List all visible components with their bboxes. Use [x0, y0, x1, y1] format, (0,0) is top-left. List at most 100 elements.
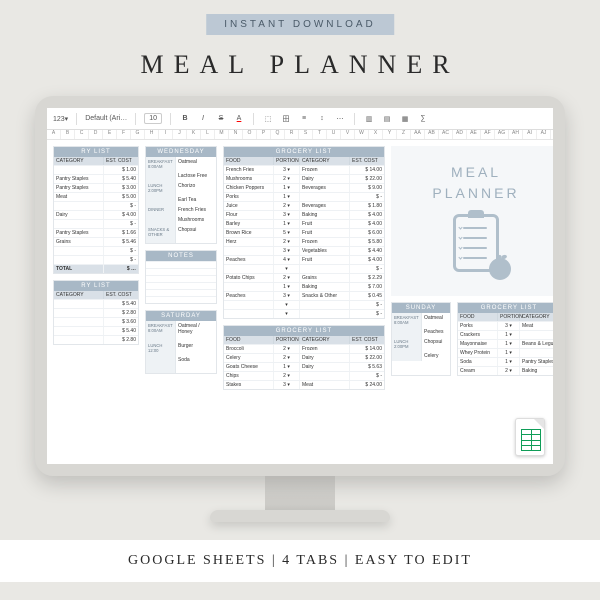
grocery-row[interactable]: $ -	[54, 246, 138, 255]
col-AI[interactable]: AI	[523, 130, 537, 139]
meal-row[interactable]: BREAKFAST 8:00AMOatmeal	[392, 313, 450, 327]
grocery-row[interactable]: $ 1.00	[54, 165, 138, 174]
text-color-icon[interactable]: A	[233, 112, 245, 126]
col-K[interactable]: K	[187, 130, 201, 139]
note-line[interactable]	[146, 261, 216, 268]
col-AE[interactable]: AE	[467, 130, 481, 139]
grocery-row[interactable]: Whey Protein1 ▾	[458, 348, 553, 357]
col-M[interactable]: M	[215, 130, 229, 139]
grocery-row[interactable]: Soda1 ▾Pantry Staples	[458, 357, 553, 366]
col-AG[interactable]: AG	[495, 130, 509, 139]
insert-icon[interactable]: ▥	[363, 112, 375, 126]
col-I[interactable]: I	[159, 130, 173, 139]
grocery-row[interactable]: Crackers1 ▾	[458, 330, 553, 339]
meal-row[interactable]	[146, 369, 216, 373]
grocery-row[interactable]: $ 2.80	[54, 308, 138, 317]
grocery-row[interactable]: $ 5.40	[54, 299, 138, 308]
grocery-row[interactable]: Meat$ 5.00	[54, 192, 138, 201]
grocery-row[interactable]: $ -	[54, 219, 138, 228]
col-T[interactable]: T	[313, 130, 327, 139]
grocery-row[interactable]: Brown Rice5 ▾Fruit$ 6.00	[224, 228, 384, 237]
grocery-row[interactable]: Chicken Poppers1 ▾Beverages$ 9.00	[224, 183, 384, 192]
grocery-row[interactable]: French Fries3 ▾Frozen$ 14.00	[224, 165, 384, 174]
grocery-row[interactable]: Pantry Staples$ 3.00	[54, 183, 138, 192]
note-line[interactable]	[146, 275, 216, 282]
meal-row[interactable]: LUNCH 2:00PMChorizo	[146, 181, 216, 195]
meal-row[interactable]: Celery	[392, 351, 450, 361]
grocery-row[interactable]: Peaches4 ▾Fruit$ 4.00	[224, 255, 384, 264]
meal-row[interactable]: Soda	[146, 355, 216, 365]
col-AH[interactable]: AH	[509, 130, 523, 139]
grocery-row[interactable]: Potato Chips2 ▾Grains$ 2.29	[224, 273, 384, 282]
font-size-input[interactable]: 10	[144, 113, 162, 124]
grocery-row[interactable]: $ -	[54, 201, 138, 210]
grocery-row[interactable]: 3 ▾Vegetables$ 4.40	[224, 246, 384, 255]
more-icon[interactable]: ⋯	[334, 112, 346, 126]
col-D[interactable]: D	[89, 130, 103, 139]
grocery-row[interactable]: Grains$ 5.46	[54, 237, 138, 246]
meal-row[interactable]: Earl Tea	[146, 195, 216, 205]
fill-icon[interactable]: ⬚	[262, 112, 274, 126]
grocery-row[interactable]: Porks1 ▾$ -	[224, 192, 384, 201]
col-AA[interactable]: AA	[411, 130, 425, 139]
valign-icon[interactable]: ↕	[316, 112, 328, 126]
borders-icon[interactable]: 田	[280, 112, 292, 126]
font-selector[interactable]: Default (Ari…	[85, 112, 127, 126]
grocery-row[interactable]: Chips2 ▾$ -	[224, 371, 384, 380]
col-AB[interactable]: AB	[425, 130, 439, 139]
grocery-row[interactable]: Peaches3 ▾Snacks & Other$ 0.45	[224, 291, 384, 300]
col-P[interactable]: P	[257, 130, 271, 139]
grocery-row[interactable]: Porks3 ▾Meat	[458, 321, 553, 330]
note-line[interactable]	[146, 268, 216, 275]
meal-row[interactable]: Lactose Free	[146, 171, 216, 181]
note-line[interactable]	[146, 289, 216, 296]
zoom-selector[interactable]: 123▾	[53, 112, 68, 126]
grocery-row[interactable]: 1 ▾Baking$ 7.00	[224, 282, 384, 291]
grocery-row[interactable]: Pantry Staples$ 5.40	[54, 174, 138, 183]
col-AJ[interactable]: AJ	[537, 130, 551, 139]
strike-icon[interactable]: S	[215, 112, 227, 126]
grocery-row[interactable]: Pantry Staples$ 1.66	[54, 228, 138, 237]
grocery-row[interactable]: ▾$ -	[224, 309, 384, 318]
grocery-row[interactable]: Flour3 ▾Baking$ 4.00	[224, 210, 384, 219]
col-AK[interactable]: AK	[551, 130, 553, 139]
grocery-row[interactable]: Celery2 ▾Dairy$ 22.00	[224, 353, 384, 362]
sheets-toolbar[interactable]: 123▾ Default (Ari… 10 B I S A ⬚ 田 ≡ ↕ ⋯ …	[47, 108, 553, 130]
col-R[interactable]: R	[285, 130, 299, 139]
col-Q[interactable]: Q	[271, 130, 285, 139]
col-E[interactable]: E	[103, 130, 117, 139]
col-U[interactable]: U	[327, 130, 341, 139]
col-W[interactable]: W	[355, 130, 369, 139]
col-F[interactable]: F	[117, 130, 131, 139]
grocery-row[interactable]: $ 5.40	[54, 326, 138, 335]
grocery-row[interactable]: Dairy$ 4.00	[54, 210, 138, 219]
col-O[interactable]: O	[243, 130, 257, 139]
bold-icon[interactable]: B	[179, 112, 191, 126]
meal-row[interactable]: Mushrooms	[146, 215, 216, 225]
grocery-row[interactable]: Herz2 ▾Frozen$ 5.80	[224, 237, 384, 246]
col-H[interactable]: H	[145, 130, 159, 139]
col-G[interactable]: G	[131, 130, 145, 139]
note-line[interactable]	[146, 296, 216, 303]
col-AC[interactable]: AC	[439, 130, 453, 139]
grocery-row[interactable]: Mayonnaise1 ▾Beans & Legumes	[458, 339, 553, 348]
grocery-row[interactable]: Mushrooms2 ▾Dairy$ 22.00	[224, 174, 384, 183]
grocery-row[interactable]: Stakes3 ▾Meat$ 24.00	[224, 380, 384, 389]
col-N[interactable]: N	[229, 130, 243, 139]
grocery-row[interactable]: Barley1 ▾Fruit$ 4.00	[224, 219, 384, 228]
align-icon[interactable]: ≡	[298, 112, 310, 126]
col-V[interactable]: V	[341, 130, 355, 139]
col-B[interactable]: B	[61, 130, 75, 139]
meal-row[interactable]: LUNCH 12:00Burger	[146, 341, 216, 355]
meal-row[interactable]	[146, 239, 216, 243]
meal-row[interactable]: SNACKS & OTHERChopsui	[146, 225, 216, 239]
grocery-row[interactable]: Broccoli2 ▾Frozen$ 14.00	[224, 344, 384, 353]
col-L[interactable]: L	[201, 130, 215, 139]
grocery-row[interactable]: $ 3.60	[54, 317, 138, 326]
meal-row[interactable]: DINNERFrench Fries	[146, 205, 216, 215]
grocery-row[interactable]: Cream2 ▾Baking	[458, 366, 553, 375]
functions-icon[interactable]: ∑	[417, 112, 429, 126]
filter-icon[interactable]: ▤	[381, 112, 393, 126]
col-X[interactable]: X	[369, 130, 383, 139]
col-Y[interactable]: Y	[383, 130, 397, 139]
